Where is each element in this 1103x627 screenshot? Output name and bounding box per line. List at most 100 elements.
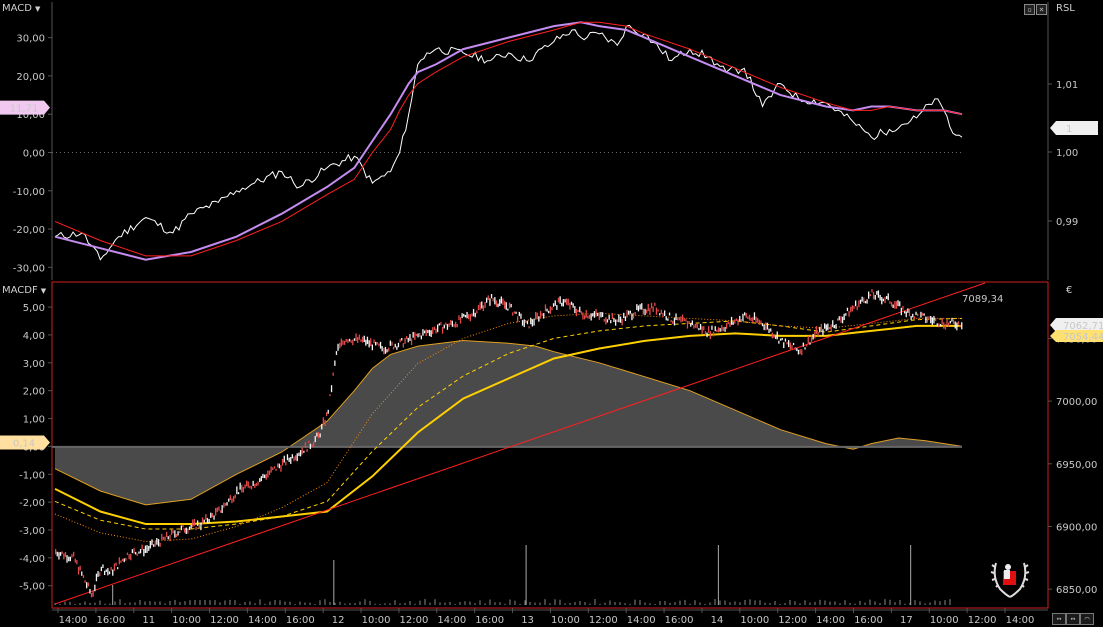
price-candle (858, 300, 860, 308)
price-candle (525, 320, 527, 323)
price-candle (931, 317, 933, 325)
price-candle (74, 558, 76, 563)
price-candle (410, 338, 413, 345)
price-candle (861, 296, 863, 302)
price-candle (939, 324, 942, 327)
price-candle (136, 553, 138, 556)
price-candle (441, 327, 444, 334)
bottom-left-tick-label: -1,00 (19, 470, 45, 481)
bottom-left-tick-label: 3,00 (23, 359, 45, 370)
top-left-tick-label: -20,00 (13, 225, 45, 236)
price-candle (409, 334, 411, 341)
x-tick-label: 12:00 (589, 615, 618, 626)
price-candle (664, 310, 666, 316)
price-candle (262, 473, 264, 478)
price-candle (303, 450, 305, 453)
price-candle (592, 313, 594, 317)
price-candle (528, 326, 530, 329)
price-candle (293, 456, 295, 462)
price-candle (424, 330, 426, 334)
price-candle (401, 338, 403, 341)
price-candle (71, 554, 73, 558)
price-candle (752, 317, 754, 323)
scroll-right-icon[interactable]: ↔ (1066, 613, 1080, 625)
close-icon[interactable]: × (1036, 4, 1047, 15)
price-candle (84, 580, 86, 583)
price-candle (366, 336, 369, 345)
price-candle (933, 315, 935, 324)
price-candle (221, 505, 223, 513)
price-candle (582, 312, 584, 320)
price-candle (561, 302, 563, 307)
price-candle (386, 349, 388, 353)
price-candle (99, 572, 101, 577)
price-candle (435, 328, 437, 334)
price-candle (504, 300, 506, 309)
price-candle (890, 302, 893, 307)
price-candle (935, 317, 937, 321)
price-candle (646, 309, 648, 314)
price-candle (512, 312, 514, 316)
price-candle (626, 310, 628, 318)
top-panel-title[interactable]: MACD ▼ (2, 3, 40, 14)
price-candle (641, 303, 643, 310)
price-candle (825, 324, 827, 331)
price-candle (130, 553, 132, 561)
price-candle (618, 314, 620, 323)
price-candle (792, 342, 795, 346)
x-tick-label: 10:00 (740, 615, 769, 626)
price-candle (472, 308, 475, 317)
price-candle (149, 541, 151, 549)
price-candle (696, 322, 698, 329)
price-candle (649, 308, 651, 316)
price-candle (337, 343, 339, 351)
price-candle (846, 307, 849, 312)
price-candle (486, 297, 488, 303)
top-left-tick-label: 20,00 (16, 72, 45, 83)
price-candle (920, 311, 922, 318)
price-candle (603, 318, 605, 322)
price-candle (628, 310, 630, 315)
price-candle (796, 348, 798, 352)
price-candle (606, 319, 609, 323)
x-tick-label: 14:00 (627, 615, 656, 626)
price-candle (379, 341, 382, 349)
price-candle (763, 324, 765, 331)
price-candle (575, 308, 578, 317)
price-candle (295, 455, 297, 461)
x-tick-label: 12:00 (210, 615, 239, 626)
chart-type-icon[interactable]: ⌒ (1080, 613, 1094, 625)
top-left-tick-label: -10,00 (13, 187, 45, 198)
price-candle (358, 334, 360, 340)
minimize-icon[interactable]: ▫ (1024, 4, 1035, 15)
price-candle (64, 552, 67, 557)
price-candle (660, 309, 662, 314)
price-candle (712, 331, 715, 337)
price-candle (801, 349, 803, 356)
price-candle (347, 339, 349, 344)
price-candle (863, 297, 865, 303)
price-candle (205, 514, 207, 520)
bottom-panel-title[interactable]: MACDF ▼ (2, 285, 46, 296)
price-candle (699, 323, 702, 330)
price-candle (779, 338, 782, 341)
price-candle (108, 571, 111, 575)
price-candle (590, 313, 592, 321)
price-candle (636, 304, 638, 310)
price-candle (856, 306, 858, 311)
bottom-right-tick-label: 6950,00 (1056, 460, 1097, 471)
price-candle (427, 330, 429, 334)
price-candle (662, 312, 664, 318)
price-candle (231, 498, 233, 504)
price-candle (95, 573, 98, 582)
price-candle (448, 323, 450, 327)
scroll-left-icon[interactable]: ↔ (1052, 613, 1066, 625)
x-tick-label: 16:00 (286, 615, 315, 626)
price-candle (533, 318, 535, 326)
price-candle (241, 484, 243, 493)
x-tick-label: 12:00 (968, 615, 997, 626)
price-candle (566, 298, 568, 305)
price-candle (208, 518, 210, 524)
price-candle (729, 322, 731, 327)
price-candle (340, 338, 342, 347)
